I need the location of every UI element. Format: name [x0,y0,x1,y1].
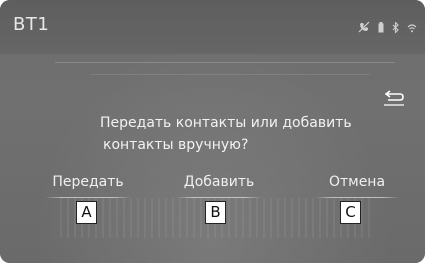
screen-title: BT1 [13,14,50,35]
return-arrow-icon [384,90,404,106]
cancel-button[interactable]: Отмена [315,172,399,198]
prompt-line: контакты вручную? [103,137,249,153]
button-underline [176,197,262,198]
transfer-button-label: Передать [52,174,124,190]
battery-icon [378,18,384,37]
back-button[interactable] [378,86,410,110]
head-unit-screen: BT1 Передать контакты или добавить конта… [0,0,425,263]
no-phone-icon [358,18,370,37]
wifi-icon [407,18,417,37]
callout-b: B [205,201,226,224]
bluetooth-icon [392,18,399,37]
button-underline [315,197,399,198]
add-button-label: Добавить [183,174,255,190]
status-icons [355,17,417,34]
add-button[interactable]: Добавить [176,172,262,198]
callout-a: A [76,201,97,224]
dialog-prompt: Передать контакты или добавить контакты … [100,112,390,156]
callout-c: C [340,201,361,224]
button-underline [45,197,131,198]
top-bar: BT1 [0,0,425,54]
divider-line [90,74,370,75]
transfer-button[interactable]: Передать [45,172,131,198]
prompt-line: Передать контакты или добавить [100,115,352,131]
cancel-button-label: Отмена [328,174,386,190]
divider-line [55,62,395,63]
